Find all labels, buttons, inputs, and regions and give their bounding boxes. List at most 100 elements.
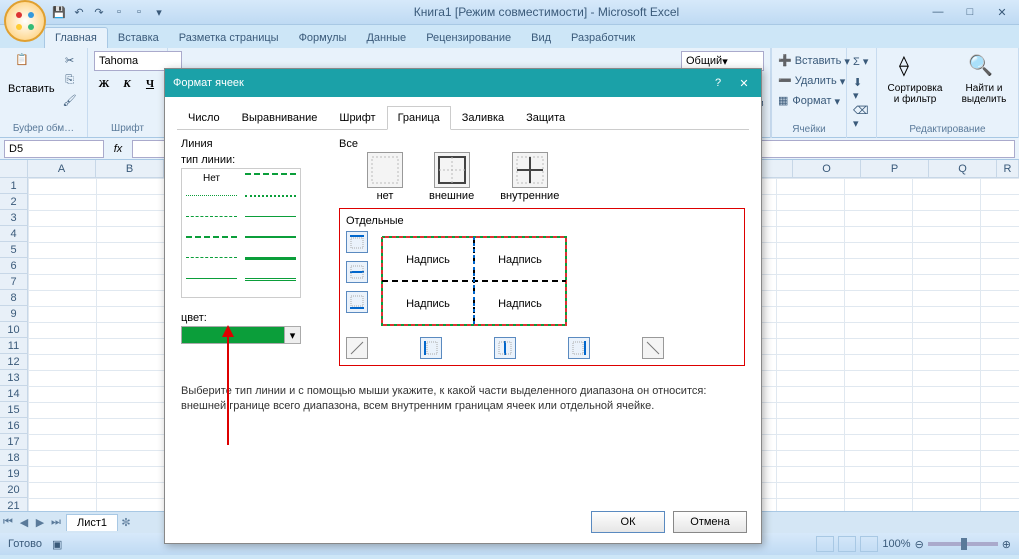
line-style-option[interactable]	[245, 278, 296, 288]
line-style-option[interactable]	[245, 236, 296, 246]
row-header[interactable]: 13	[0, 370, 27, 386]
row-header[interactable]: 9	[0, 306, 27, 322]
line-style-option[interactable]	[245, 195, 296, 205]
fill-button[interactable]: ⬇ ▾	[853, 79, 870, 99]
name-box[interactable]	[4, 140, 104, 158]
delete-cells-button[interactable]: ➖Удалить ▾	[778, 71, 840, 91]
undo-icon[interactable]: ↶	[70, 3, 88, 21]
line-style-picker[interactable]: Нет	[181, 168, 301, 298]
autosum-button[interactable]: Σ ▾	[853, 51, 870, 71]
border-top-button[interactable]	[346, 231, 368, 253]
row-header[interactable]: 6	[0, 258, 27, 274]
tab-number[interactable]: Число	[177, 106, 231, 130]
new-sheet-icon[interactable]: ✼	[118, 514, 134, 532]
row-header[interactable]: 2	[0, 194, 27, 210]
line-style-none[interactable]: Нет	[186, 173, 237, 189]
col-header[interactable]: Q	[929, 160, 997, 177]
sheet-tab[interactable]: Лист1	[66, 514, 118, 531]
col-header[interactable]: O	[793, 160, 861, 177]
border-left-button[interactable]	[420, 337, 442, 359]
zoom-out-button[interactable]: ⊖	[915, 538, 924, 551]
tab-home[interactable]: Главная	[44, 27, 108, 48]
zoom-slider[interactable]	[928, 542, 998, 546]
tab-nav-last-icon[interactable]: ⏭	[48, 514, 64, 532]
preset-inside[interactable]: внутренние	[500, 152, 559, 202]
close-button[interactable]: ✕	[989, 3, 1015, 21]
border-diag-down-button[interactable]	[642, 337, 664, 359]
tab-fill[interactable]: Заливка	[451, 106, 515, 130]
qat-dropdown-icon[interactable]: ▾	[150, 3, 168, 21]
row-header[interactable]: 10	[0, 322, 27, 338]
row-header[interactable]: 15	[0, 402, 27, 418]
office-button[interactable]	[4, 0, 46, 42]
row-header[interactable]: 21	[0, 498, 27, 511]
col-header[interactable]: B	[96, 160, 164, 177]
row-header[interactable]: 11	[0, 338, 27, 354]
col-header[interactable]: P	[861, 160, 929, 177]
bold-button[interactable]: Ж	[94, 74, 114, 94]
line-style-option[interactable]	[186, 195, 237, 205]
row-header[interactable]: 17	[0, 434, 27, 450]
row-header[interactable]: 7	[0, 274, 27, 290]
border-right-button[interactable]	[568, 337, 590, 359]
tab-nav-first-icon[interactable]: ⏮	[0, 514, 16, 532]
qat-icon-2[interactable]: ▫	[130, 3, 148, 21]
find-select-button[interactable]: 🔍 Найти и выделить	[953, 51, 1015, 107]
copy-icon[interactable]: ⎘	[61, 71, 79, 89]
redo-icon[interactable]: ↷	[90, 3, 108, 21]
tab-formulas[interactable]: Формулы	[289, 28, 357, 48]
qat-icon-1[interactable]: ▫	[110, 3, 128, 21]
cancel-button[interactable]: Отмена	[673, 511, 747, 533]
view-pagebreak-icon[interactable]	[860, 536, 878, 552]
border-diag-up-button[interactable]	[346, 337, 368, 359]
dialog-close-button[interactable]: ✕	[735, 74, 753, 92]
clear-button[interactable]: ⌫ ▾	[853, 107, 870, 127]
tab-nav-prev-icon[interactable]: ◀	[16, 514, 32, 532]
line-style-option[interactable]	[186, 236, 237, 246]
row-header[interactable]: 20	[0, 482, 27, 498]
tab-view[interactable]: Вид	[521, 28, 561, 48]
minimize-button[interactable]: —	[925, 3, 951, 21]
col-header[interactable]: R	[997, 160, 1019, 177]
border-preview[interactable]: Надпись Надпись Надпись Надпись	[374, 231, 574, 331]
row-header[interactable]: 3	[0, 210, 27, 226]
tab-developer[interactable]: Разработчик	[561, 28, 645, 48]
preset-none[interactable]: нет	[367, 152, 403, 202]
row-header[interactable]: 5	[0, 242, 27, 258]
dialog-help-button[interactable]: ?	[709, 74, 727, 92]
save-icon[interactable]: 💾	[50, 3, 68, 21]
col-header[interactable]: A	[28, 160, 96, 177]
format-cells-button[interactable]: ▦Формат ▾	[778, 91, 840, 111]
line-style-option[interactable]	[245, 216, 296, 226]
row-header[interactable]: 8	[0, 290, 27, 306]
line-style-option[interactable]	[186, 257, 237, 267]
sort-filter-button[interactable]: ⟠ Сортировка и фильтр	[883, 51, 947, 107]
row-header[interactable]: 12	[0, 354, 27, 370]
tab-font[interactable]: Шрифт	[328, 106, 386, 130]
zoom-in-button[interactable]: ⊕	[1002, 538, 1011, 551]
row-header[interactable]: 18	[0, 450, 27, 466]
preset-outline[interactable]: внешние	[429, 152, 474, 202]
border-color-picker[interactable]: ▾	[181, 326, 301, 344]
line-style-option[interactable]	[245, 173, 296, 183]
format-painter-icon[interactable]: 🖌	[61, 91, 79, 109]
fx-button[interactable]: fx	[110, 141, 126, 157]
tab-review[interactable]: Рецензирование	[416, 28, 521, 48]
tab-insert[interactable]: Вставка	[108, 28, 169, 48]
tab-border[interactable]: Граница	[387, 106, 451, 130]
dialog-title-bar[interactable]: Формат ячеек ? ✕	[165, 69, 761, 97]
row-header[interactable]: 4	[0, 226, 27, 242]
row-header[interactable]: 14	[0, 386, 27, 402]
border-bottom-button[interactable]	[346, 291, 368, 313]
tab-alignment[interactable]: Выравнивание	[231, 106, 329, 130]
row-header[interactable]: 1	[0, 178, 27, 194]
view-normal-icon[interactable]	[816, 536, 834, 552]
underline-button[interactable]: Ч	[140, 74, 160, 94]
line-style-option[interactable]	[186, 216, 237, 226]
tab-nav-next-icon[interactable]: ▶	[32, 514, 48, 532]
border-hmiddle-button[interactable]	[346, 261, 368, 283]
paste-button[interactable]: 📋 Вставить	[6, 51, 57, 109]
tab-page-layout[interactable]: Разметка страницы	[169, 28, 289, 48]
tab-data[interactable]: Данные	[356, 28, 416, 48]
view-layout-icon[interactable]	[838, 536, 856, 552]
